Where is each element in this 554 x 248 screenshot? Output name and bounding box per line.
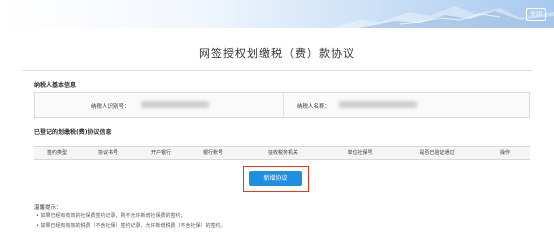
column-header: 征收税务机关 bbox=[267, 150, 298, 156]
taxpayer-name-label: 纳税人名称： bbox=[297, 104, 331, 110]
column-header: 操作 bbox=[499, 150, 510, 156]
great-wall-decoration bbox=[330, 6, 554, 28]
column-header: 银行账号 bbox=[202, 150, 223, 156]
tip-item: • 如果已经有有效的税费（不含社保）签约记录，允许新增税费（不含社保）的签约。 bbox=[36, 223, 226, 229]
column-header: 单位社保号 bbox=[347, 150, 373, 156]
registered-section-title: 已登记的划缴税(费)协议信息 bbox=[34, 129, 112, 136]
tips-title: 温馨提示： bbox=[34, 205, 62, 211]
agreement-table-header: 签约类型 协议书号 开户银行 银行账号 征收税务机关 单位社保号 是否已验证通过… bbox=[34, 146, 530, 160]
column-header: 签约类型 bbox=[46, 150, 67, 156]
title-divider bbox=[22, 70, 532, 71]
header-banner: 关闭 bbox=[0, 0, 554, 28]
close-button[interactable]: 关闭 bbox=[526, 8, 546, 21]
info-divider bbox=[283, 93, 284, 117]
basic-info-box: 纳税人识别号： 纳税人名称： bbox=[34, 92, 530, 118]
basic-info-section-title: 纳税人基本信息 bbox=[34, 82, 77, 89]
column-header: 协议书号 bbox=[97, 150, 118, 156]
taxpayer-id-label: 纳税人识别号： bbox=[91, 104, 130, 110]
taxpayer-name-value-redacted bbox=[339, 101, 417, 108]
taxpayer-id-value-redacted bbox=[141, 101, 209, 108]
page-title: 网签授权划缴税（费）款协议 bbox=[199, 47, 355, 60]
tip-item: • 如果已经有有效的社保费签约记录，则不允许新增社保费的签约； bbox=[36, 213, 186, 219]
column-header: 开户银行 bbox=[150, 150, 171, 156]
add-agreement-button[interactable]: 新增协议 bbox=[249, 171, 302, 186]
column-header: 是否已验证通过 bbox=[419, 150, 455, 156]
highlight-frame: 新增协议 bbox=[243, 166, 309, 192]
